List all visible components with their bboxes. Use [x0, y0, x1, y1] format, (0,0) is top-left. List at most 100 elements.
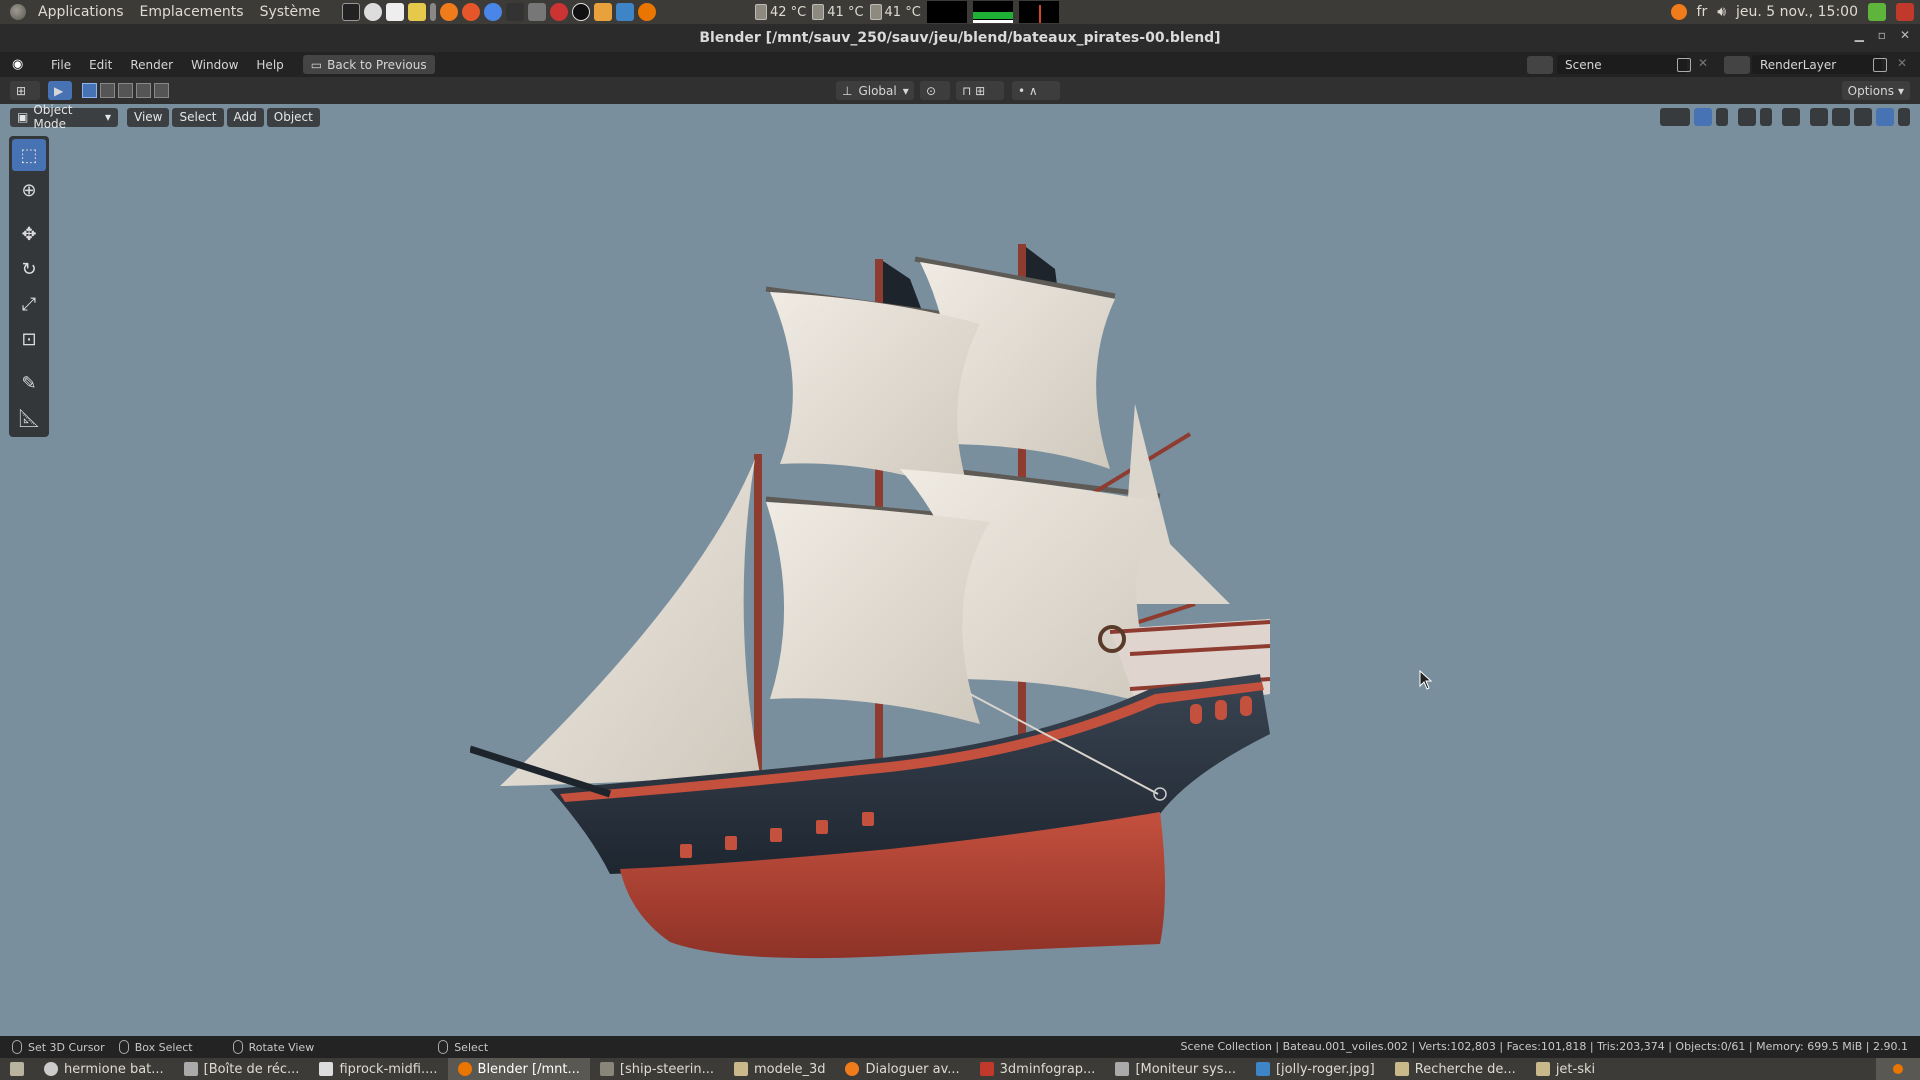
blender-logo-icon[interactable]: ◉ [12, 57, 32, 73]
taskbar-item[interactable]: hermione bat... [34, 1058, 174, 1080]
maximize-icon[interactable]: ▫ [1878, 28, 1886, 42]
material-shading-icon[interactable] [1854, 108, 1872, 126]
menu-help[interactable]: Help [247, 58, 292, 72]
back-to-previous-button[interactable]: ▭ Back to Previous [302, 55, 435, 74]
mode-subtract-icon[interactable] [118, 83, 133, 98]
rotate-icon[interactable]: ↻ [12, 253, 46, 285]
scale-icon[interactable]: ⤢ [12, 288, 46, 320]
photo-icon[interactable] [408, 3, 427, 21]
chromium-icon[interactable] [484, 3, 503, 21]
scene-selector-icon[interactable] [1527, 56, 1553, 74]
new-scene-icon[interactable] [1677, 58, 1691, 72]
viewport-menu-object[interactable]: Object [266, 107, 320, 127]
shading-options-icon[interactable] [1898, 108, 1910, 126]
gimp-icon[interactable] [528, 3, 547, 21]
menu-places[interactable]: Emplacements [132, 4, 252, 20]
view-layer-selector-icon[interactable] [1724, 56, 1750, 74]
taskbar-item-active[interactable]: Blender [/mnt... [447, 1058, 590, 1080]
menu-render[interactable]: Render [121, 58, 182, 72]
gizmo-options-icon[interactable] [1716, 108, 1728, 126]
memory-graph[interactable] [972, 1, 1013, 23]
3d-viewport[interactable]: ▣ Object Mode ▾ View Select Add Object ⬚… [0, 104, 1920, 1036]
files-icon[interactable] [386, 3, 405, 21]
taskbar-item[interactable]: modele_3d [724, 1058, 836, 1080]
pirate-ship-model[interactable] [470, 134, 1290, 964]
annotate-icon[interactable]: ✎ [12, 367, 46, 399]
wireframe-shading-icon[interactable] [1810, 108, 1828, 126]
rendered-shading-icon[interactable] [1876, 108, 1894, 126]
mode-set-icon[interactable] [82, 83, 97, 98]
viewport-menu-view[interactable]: View [127, 107, 170, 127]
xray-icon[interactable] [1782, 108, 1800, 126]
options-dropdown[interactable]: Options ▾ [1841, 81, 1910, 100]
firefox-icon[interactable] [462, 3, 481, 21]
monitor-icon [1115, 1062, 1130, 1076]
selection-mode-group [82, 83, 169, 98]
keyboard-layout[interactable]: fr [1697, 4, 1708, 20]
cursor-icon[interactable]: ⊕ [12, 174, 46, 206]
menu-edit[interactable]: Edit [80, 58, 121, 72]
pivot-point-icon[interactable]: ⊙ [920, 81, 950, 100]
workspace-switcher[interactable] [1876, 1058, 1920, 1080]
measure-icon[interactable]: 📐︎ [12, 402, 46, 434]
visibility-icon[interactable] [1660, 108, 1690, 126]
krita-icon[interactable] [572, 3, 591, 21]
scene-field[interactable]: Scene [1557, 55, 1687, 74]
xampp-icon[interactable] [440, 3, 459, 21]
shutdown-icon[interactable] [1896, 3, 1914, 21]
remove-view-layer-icon[interactable]: ✕ [1897, 56, 1907, 70]
mode-intersect-icon[interactable] [154, 83, 169, 98]
menu-window[interactable]: Window [182, 58, 247, 72]
mode-extend-icon[interactable] [100, 83, 115, 98]
editor-type-icon[interactable]: ⊞ [10, 81, 40, 100]
move-icon[interactable]: ✥ [12, 218, 46, 250]
taskbar-item[interactable]: [ship-steerin... [590, 1058, 724, 1080]
menu-applications[interactable]: Applications [30, 4, 132, 20]
network-graph[interactable] [1018, 1, 1059, 23]
overlay-options-icon[interactable] [1760, 108, 1772, 126]
solid-shading-icon[interactable] [1832, 108, 1850, 126]
taskbar-item[interactable]: [Moniteur sys... [1105, 1058, 1246, 1080]
show-desktop-icon[interactable] [0, 1058, 34, 1080]
menu-system[interactable]: Système [252, 4, 329, 20]
taskbar-item[interactable]: Dialoguer av... [835, 1058, 969, 1080]
mode-invert-icon[interactable] [136, 83, 151, 98]
godot-engine-icon[interactable] [616, 3, 635, 21]
godot-icon[interactable] [594, 3, 613, 21]
taskbar-item[interactable]: fiprock-midfi.... [309, 1058, 447, 1080]
viewport-menu-add[interactable]: Add [226, 107, 264, 127]
apps-icon[interactable] [430, 3, 437, 21]
taskbar-item[interactable]: jet-ski [1526, 1058, 1605, 1080]
volume-icon[interactable]: 🔊︎ [1717, 4, 1726, 20]
inkscape-icon[interactable] [506, 3, 525, 21]
taskbar-item[interactable]: [Boîte de réc... [174, 1058, 310, 1080]
overlay-icon[interactable] [1738, 108, 1756, 126]
proportional-edit-icon[interactable]: • ∧ [1012, 81, 1060, 100]
active-tool-icon[interactable]: ▶ [48, 81, 72, 100]
taskbar-item[interactable]: 3dminfograp... [970, 1058, 1106, 1080]
snap-icon[interactable]: ⊓ ⊞ [956, 81, 1004, 100]
updates-icon[interactable] [1868, 3, 1886, 21]
close-icon[interactable]: ✕ [1900, 28, 1910, 42]
transform-orientation-dropdown[interactable]: ⊥ Global ▾ [836, 81, 914, 100]
taskbar-item[interactable]: [jolly-roger.jpg] [1246, 1058, 1385, 1080]
menu-file[interactable]: File [42, 58, 80, 72]
remove-scene-icon[interactable]: ✕ [1698, 56, 1708, 70]
taskbar-item[interactable]: Recherche de... [1385, 1058, 1526, 1080]
view-layer-field[interactable]: RenderLayer [1752, 55, 1882, 74]
cpu-graph[interactable] [926, 1, 967, 23]
viewport-menu-select[interactable]: Select [172, 107, 224, 127]
disk-icon[interactable] [364, 3, 383, 21]
select-box-icon[interactable]: ⬚ [12, 139, 46, 171]
obs-icon[interactable] [550, 3, 569, 21]
minimize-icon[interactable]: ▁ [1855, 28, 1864, 42]
transform-icon[interactable]: ⊡ [12, 323, 46, 355]
object-mode-dropdown[interactable]: ▣ Object Mode ▾ [10, 104, 118, 131]
clock[interactable]: jeu. 5 nov., 15:00 [1736, 4, 1858, 20]
distro-logo-icon[interactable] [10, 4, 26, 20]
xampp-tray-icon[interactable] [1670, 4, 1687, 20]
new-view-layer-icon[interactable] [1873, 58, 1887, 72]
gizmo-icon[interactable] [1694, 108, 1712, 126]
blender-icon[interactable] [638, 3, 657, 21]
terminal-icon[interactable] [342, 3, 361, 21]
